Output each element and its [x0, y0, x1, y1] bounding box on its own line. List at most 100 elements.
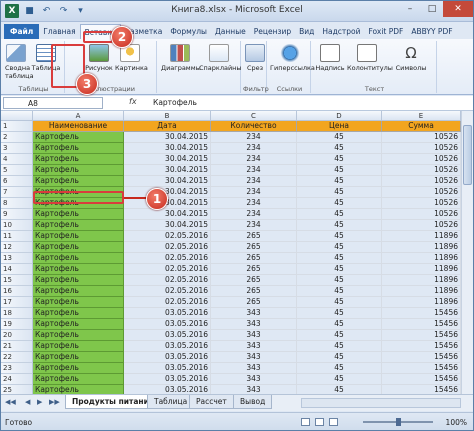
table-cell[interactable]: 02.05.2016 [124, 264, 211, 275]
table-cell[interactable]: 234 [211, 176, 297, 187]
table-cell[interactable]: 15456 [382, 363, 461, 374]
table-cell[interactable]: 45 [297, 352, 382, 363]
table-cell[interactable]: 11896 [382, 253, 461, 264]
hyperlink-button[interactable]: Гиперссылка [270, 44, 315, 72]
table-cell[interactable]: 10526 [382, 165, 461, 176]
table-cell[interactable]: 15456 [382, 330, 461, 341]
header-footer-button[interactable]: Колонтитулы [347, 44, 393, 72]
table-cell[interactable]: 45 [297, 374, 382, 385]
table-cell[interactable]: 15456 [382, 308, 461, 319]
close-icon[interactable]: ✕ [443, 1, 473, 17]
table-cell[interactable]: Картофель [33, 143, 124, 154]
table-cell[interactable]: 15456 [382, 341, 461, 352]
slicer-button[interactable]: Срез [244, 44, 266, 72]
table-cell[interactable]: 45 [297, 143, 382, 154]
table-cell[interactable]: 10526 [382, 209, 461, 220]
row-header[interactable]: 23 [1, 363, 33, 374]
table-cell[interactable]: 45 [297, 220, 382, 231]
table-cell[interactable]: 11896 [382, 297, 461, 308]
column-header-d[interactable]: D [297, 111, 382, 121]
table-cell[interactable]: 265 [211, 286, 297, 297]
table-cell[interactable]: 11896 [382, 264, 461, 275]
page-layout-view-icon[interactable] [315, 418, 324, 426]
table-cell[interactable]: 45 [297, 297, 382, 308]
row-header[interactable]: 21 [1, 341, 33, 352]
table-cell[interactable]: 45 [297, 330, 382, 341]
zoom-slider-knob[interactable] [396, 418, 401, 426]
table-cell[interactable]: 45 [297, 341, 382, 352]
table-cell[interactable]: 265 [211, 231, 297, 242]
table-cell[interactable]: 03.05.2016 [124, 352, 211, 363]
table-cell[interactable]: 343 [211, 352, 297, 363]
zoom-level[interactable]: 100% [446, 418, 467, 427]
table-cell[interactable]: 30.04.2015 [124, 165, 211, 176]
vertical-scrollbar[interactable] [461, 111, 473, 394]
table-cell[interactable]: 234 [211, 209, 297, 220]
prev-sheet-icon[interactable]: ◀ [25, 398, 30, 406]
table-cell[interactable]: 03.05.2016 [124, 363, 211, 374]
table-cell[interactable]: Картофель [33, 308, 124, 319]
table-cell[interactable]: Картофель [33, 297, 124, 308]
table-cell[interactable]: Картофель [33, 275, 124, 286]
normal-view-icon[interactable] [301, 418, 310, 426]
table-cell[interactable]: 45 [297, 363, 382, 374]
table-cell[interactable]: 30.04.2015 [124, 154, 211, 165]
table-cell[interactable]: 11896 [382, 275, 461, 286]
table-cell[interactable]: 45 [297, 242, 382, 253]
column-header-a[interactable]: A [33, 111, 124, 121]
table-cell[interactable]: 234 [211, 187, 297, 198]
table-cell[interactable]: 45 [297, 286, 382, 297]
table-cell[interactable]: 30.04.2015 [124, 143, 211, 154]
table-cell[interactable]: 265 [211, 242, 297, 253]
table-cell[interactable]: 265 [211, 253, 297, 264]
next-sheet-icon[interactable]: ▶ [37, 398, 42, 406]
sheet-tab-table[interactable]: Таблица [147, 395, 195, 409]
table-cell[interactable]: 15456 [382, 374, 461, 385]
first-sheet-icon[interactable]: ◀◀ [5, 398, 16, 406]
table-cell[interactable]: 30.04.2015 [124, 220, 211, 231]
row-header[interactable]: 8 [1, 198, 33, 209]
page-break-view-icon[interactable] [329, 418, 338, 426]
table-cell[interactable]: 10526 [382, 176, 461, 187]
table-cell[interactable]: 02.05.2016 [124, 286, 211, 297]
table-cell[interactable]: 234 [211, 132, 297, 143]
column-header-c[interactable]: C [211, 111, 297, 121]
column-header-b[interactable]: B [124, 111, 211, 121]
last-sheet-icon[interactable]: ▶▶ [49, 398, 60, 406]
tab-data[interactable]: Данные [211, 24, 250, 39]
table-cell[interactable]: 30.04.2015 [124, 209, 211, 220]
row-header[interactable]: 9 [1, 209, 33, 220]
table-cell[interactable]: 45 [297, 275, 382, 286]
row-header[interactable]: 12 [1, 242, 33, 253]
table-cell[interactable]: 11896 [382, 231, 461, 242]
table-cell[interactable]: 45 [297, 132, 382, 143]
table-cell[interactable]: Картофель [33, 132, 124, 143]
table-cell[interactable]: Картофель [33, 209, 124, 220]
scroll-thumb[interactable] [463, 125, 472, 185]
select-all-corner[interactable] [1, 111, 33, 121]
table-cell[interactable]: 02.05.2016 [124, 242, 211, 253]
row-header[interactable]: 1 [1, 121, 33, 132]
table-cell[interactable]: Картофель [33, 165, 124, 176]
table-cell[interactable]: Картофель [33, 264, 124, 275]
textbox-button[interactable]: Надпись [315, 44, 345, 72]
table-cell[interactable]: 45 [297, 198, 382, 209]
table-cell[interactable]: Картофель [33, 220, 124, 231]
pivot-table-button[interactable]: Сводна таблица [5, 44, 34, 80]
tab-home[interactable]: Главная [39, 24, 79, 39]
table-cell[interactable]: 234 [211, 198, 297, 209]
table-cell[interactable]: 10526 [382, 143, 461, 154]
table-cell[interactable]: 343 [211, 363, 297, 374]
table-cell[interactable]: 03.05.2016 [124, 319, 211, 330]
table-cell[interactable]: 11896 [382, 286, 461, 297]
table-cell[interactable]: 343 [211, 308, 297, 319]
table-cell[interactable]: 45 [297, 165, 382, 176]
table-cell[interactable]: 10526 [382, 220, 461, 231]
table-cell[interactable]: Картофель [33, 253, 124, 264]
fx-icon[interactable]: fx [129, 97, 137, 106]
table-cell[interactable]: 11896 [382, 242, 461, 253]
table-header-cell[interactable]: Цена [297, 121, 382, 132]
table-cell[interactable]: Картофель [33, 154, 124, 165]
row-header[interactable]: 18 [1, 308, 33, 319]
table-cell[interactable]: 02.05.2016 [124, 275, 211, 286]
